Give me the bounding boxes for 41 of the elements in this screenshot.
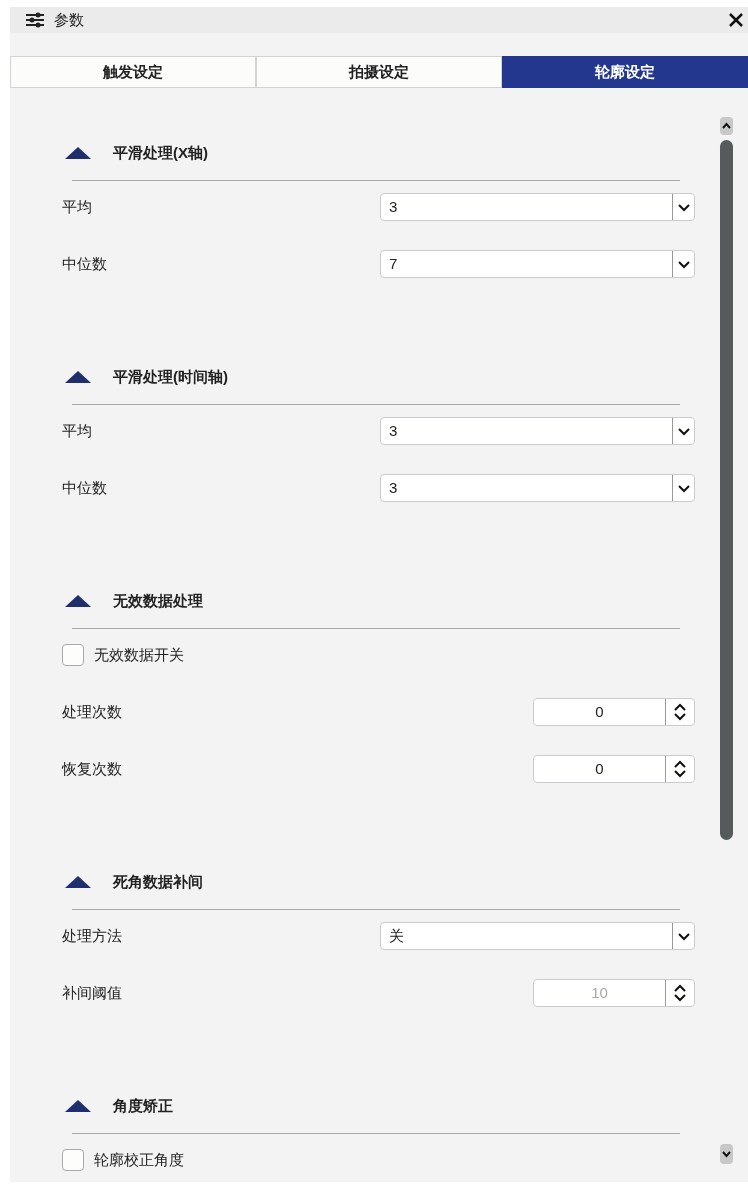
checkbox[interactable] [62, 644, 84, 666]
field-label: 处理次数 [62, 701, 123, 722]
collapse-triangle-icon[interactable] [65, 1100, 91, 1112]
field-label: 平均 [62, 196, 93, 217]
field-label: 中位数 [62, 477, 108, 498]
section-title: 死角数据补间 [113, 871, 203, 892]
dropdown[interactable]: 3 [380, 417, 695, 445]
section-title: 无效数据处理 [113, 590, 203, 611]
field-label: 补间阈值 [62, 982, 123, 1003]
checkbox-label[interactable]: 无效数据开关 [94, 643, 184, 667]
scroll-down-icon[interactable] [720, 1144, 733, 1164]
section-title: 平滑处理(X轴) [113, 142, 208, 163]
sliders-icon [26, 12, 44, 28]
collapse-triangle-icon[interactable] [65, 147, 91, 159]
scroll-up-icon[interactable] [720, 117, 733, 135]
up-down-arrows-icon [672, 758, 688, 780]
field-label: 平均 [62, 420, 93, 441]
section-title: 角度矫正 [113, 1095, 173, 1116]
checkbox-label[interactable]: 轮廓校正角度 [94, 1148, 184, 1172]
field-label: 恢复次数 [62, 758, 123, 779]
tab[interactable]: 拍摄设定 [256, 56, 502, 88]
number-spinner[interactable]: 0 [533, 755, 695, 783]
up-down-arrows-icon [672, 701, 688, 723]
collapse-triangle-icon[interactable] [65, 876, 91, 888]
collapse-triangle-icon[interactable] [65, 595, 91, 607]
section-title: 平滑处理(时间轴) [113, 366, 228, 387]
scrollbar-thumb[interactable] [720, 140, 733, 840]
field-label: 处理方法 [62, 925, 123, 946]
checkbox[interactable] [62, 1149, 84, 1171]
dropdown[interactable]: 3 [380, 193, 695, 221]
collapse-triangle-icon[interactable] [65, 371, 91, 383]
tab[interactable]: 触发设定 [10, 56, 256, 88]
up-down-arrows-icon [672, 982, 688, 1004]
dropdown[interactable]: 关 [380, 922, 695, 950]
window-title: 参数 [54, 9, 85, 30]
close-icon[interactable] [728, 12, 744, 28]
tab[interactable]: 轮廓设定 [502, 56, 748, 88]
field-label: 中位数 [62, 253, 108, 274]
dropdown[interactable]: 3 [380, 474, 695, 502]
dropdown[interactable]: 7 [380, 250, 695, 278]
number-spinner[interactable]: 0 [533, 698, 695, 726]
